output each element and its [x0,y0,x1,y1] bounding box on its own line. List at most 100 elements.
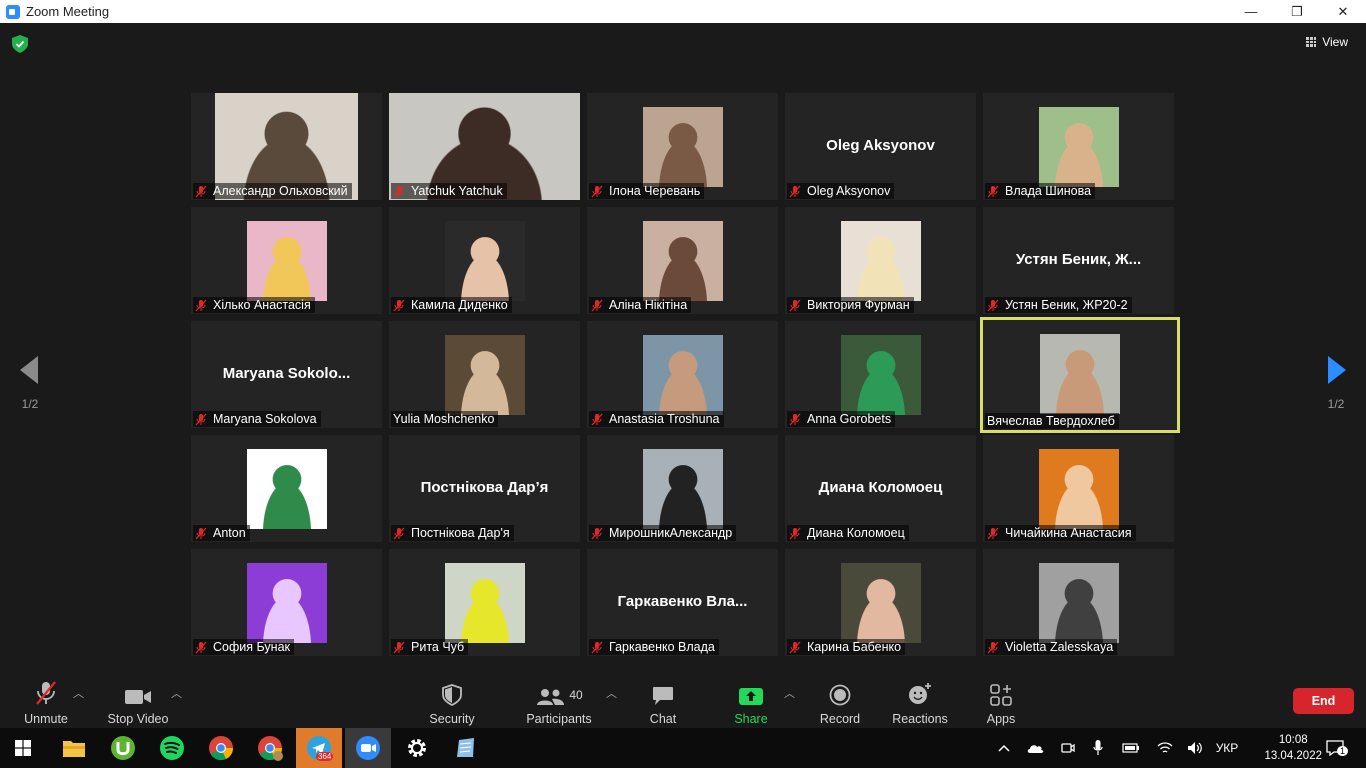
video-options-caret[interactable]: ︿ [171,685,182,701]
notification-center-button[interactable]: 1 [1320,728,1350,768]
participant-name-label: Влада Шинова [985,183,1096,199]
taskbar-notes-app[interactable] [443,728,489,768]
unmute-button[interactable]: Unmute [20,680,72,726]
video-tile[interactable]: Александр Ольховский [191,93,382,200]
taskbar-utorrent[interactable] [100,728,146,768]
participant-name-label: Anastasia Troshuna [589,411,724,427]
video-tile[interactable]: Anton [191,435,382,542]
taskbar-settings[interactable] [394,728,440,768]
tray-language[interactable]: УКР [1212,728,1242,768]
participant-name-label: Хілько Анастасія [193,297,315,313]
video-tile[interactable]: Вячеслав Твердохлеб [980,317,1180,433]
participant-name-label: Устян Беник, ЖР20-2 [985,297,1132,313]
taskbar-spotify[interactable] [149,728,195,768]
record-icon [829,684,851,706]
stop-video-label: Stop Video [107,712,169,726]
encryption-shield-icon[interactable] [12,35,28,53]
tray-webcam[interactable] [1058,728,1078,768]
participant-name: Устян Беник, ЖР20-2 [1005,298,1128,312]
video-tile[interactable]: София Бунак [191,549,382,656]
video-tile[interactable]: Постнікова Дар’я Постнікова Дар'я [389,435,580,542]
close-button[interactable]: ✕ [1320,0,1366,23]
share-options-caret[interactable]: ︿ [784,685,795,701]
page-indicator-left: 1/2 [21,397,39,411]
video-tile[interactable]: МирошникАлександр [587,435,778,542]
video-tile[interactable]: Ілона Черевань [587,93,778,200]
tray-clock[interactable]: 10:08 13.04.2022 [1264,732,1322,764]
page-indicator-right: 1/2 [1327,397,1345,411]
video-tile[interactable]: Гаркавенко Вла... Гаркавенко Влада [587,549,778,656]
windows-taskbar: 364 УКР 10:08 13.04.2022 1 [0,728,1366,768]
tray-show-hidden[interactable] [994,728,1014,768]
end-meeting-button[interactable]: End [1293,688,1354,714]
video-tile[interactable]: Влада Шинова [983,93,1174,200]
taskbar-telegram[interactable]: 364 [296,728,342,768]
muted-microphone-icon [195,299,207,311]
video-tile[interactable]: Yatchuk Yatchuk [389,93,580,200]
folder-icon [63,741,85,757]
muted-microphone-icon [789,299,801,311]
chat-bubble-icon [653,687,673,705]
tray-battery[interactable] [1120,728,1142,768]
video-tile[interactable]: Violetta Zalesskaya [983,549,1174,656]
video-tile[interactable]: Рита Чуб [389,549,580,656]
taskbar-chrome[interactable] [198,728,244,768]
security-button[interactable]: Security [428,680,476,726]
video-tile[interactable]: Камила Диденко [389,207,580,314]
muted-microphone-icon [789,641,801,653]
unmute-label: Unmute [24,712,68,726]
start-button[interactable] [0,728,46,768]
participant-name-label: Maryana Sokolova [193,411,321,427]
participant-name-label: Yatchuk Yatchuk [391,183,507,199]
video-tile[interactable]: Аліна Нікітіна [587,207,778,314]
video-tile[interactable]: Oleg Aksyonov Oleg Aksyonov [785,93,976,200]
maximize-button[interactable]: ❐ [1274,0,1320,23]
muted-microphone-icon [789,413,801,425]
telegram-unread-badge: 364 [316,752,334,761]
taskbar-zoom[interactable] [345,728,391,768]
tray-volume[interactable] [1184,728,1206,768]
video-tile[interactable]: Хілько Анастасія [191,207,382,314]
security-label: Security [429,712,475,726]
video-tile[interactable]: Yulia Moshchenko [389,321,580,428]
video-tile[interactable]: Чичайкина Анастасия [983,435,1174,542]
muted-microphone-icon [393,185,405,197]
previous-page-button[interactable]: 1/2 [10,356,50,411]
view-button[interactable]: View [1306,35,1348,49]
tray-microphone[interactable] [1088,728,1108,768]
participant-name: Александр Ольховский [213,184,348,198]
apps-button[interactable]: Apps [982,680,1020,726]
participant-name: Anton [213,526,246,540]
taskbar-file-explorer[interactable] [51,728,97,768]
participant-name-label: Гаркавенко Влада [589,639,719,655]
video-tile[interactable]: Карина Бабенко [785,549,976,656]
video-tile[interactable]: Anastasia Troshuna [587,321,778,428]
muted-microphone-icon [987,641,999,653]
minimize-button[interactable]: — [1228,0,1274,23]
participant-name: Anastasia Troshuna [609,412,720,426]
video-tile[interactable]: Устян Беник, Ж... Устян Беник, ЖР20-2 [983,207,1174,314]
participant-name: Постнікова Дар'я [411,526,510,540]
video-tile[interactable]: Диана Коломоец Диана Коломоец [785,435,976,542]
audio-options-caret[interactable]: ︿ [73,685,84,701]
tray-network[interactable] [1154,728,1176,768]
video-tile[interactable]: Виктория Фурман [785,207,976,314]
muted-microphone-icon [591,299,603,311]
muted-microphone-icon [591,185,603,197]
record-button[interactable]: Record [818,680,862,726]
video-tile[interactable]: Anna Gorobets [785,321,976,428]
video-tile[interactable]: Maryana Sokolo... Maryana Sokolova [191,321,382,428]
participants-options-caret[interactable]: ︿ [606,685,617,701]
tray-onedrive[interactable] [1024,728,1046,768]
chat-button[interactable]: Chat [646,680,680,726]
stop-video-button[interactable]: Stop Video [106,680,170,726]
muted-microphone-icon [195,413,207,425]
reactions-button[interactable]: Reactions [892,680,948,726]
muted-microphone-icon [987,299,999,311]
participants-button[interactable]: 40 Participants [524,680,594,726]
next-page-button[interactable]: 1/2 [1316,356,1356,411]
muted-microphone-icon [591,413,603,425]
participant-name-label: София Бунак [193,639,294,655]
taskbar-chrome-profile[interactable] [247,728,293,768]
tray-microphone-icon [1093,740,1103,755]
